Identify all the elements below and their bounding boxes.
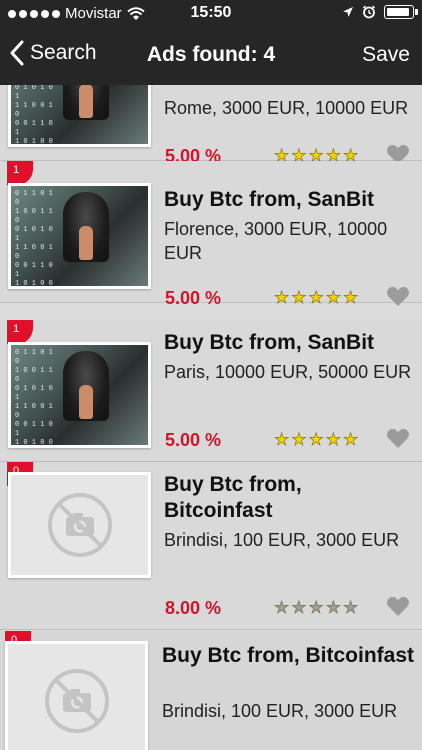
- no-camera-icon: [47, 493, 112, 557]
- ad-badge: 1: [7, 320, 33, 344]
- ad-details: Paris, 10000 EUR, 50000 EUR: [164, 362, 412, 382]
- navigation-bar: Search Ads found: 4 Save: [0, 28, 422, 85]
- rating-stars: ★ ★ ★ ★ ★: [274, 598, 359, 618]
- alarm-clock-icon: [362, 5, 376, 19]
- heart-icon[interactable]: [386, 595, 410, 617]
- ad-title: Buy Btc from, SanBit: [164, 188, 375, 211]
- ad-thumbnail: 0 1 1 0 1 01 0 0 1 1 00 1 0 1 0 11 1 0 0…: [8, 342, 151, 448]
- status-bar: Movistar 15:50: [0, 0, 422, 28]
- ad-details: Brindisi, 100 EUR, 3000 EUR: [162, 701, 398, 721]
- ad-thumbnail: 0 1 1 0 1 01 0 0 1 1 00 1 0 1 0 11 1 0 0…: [8, 183, 151, 289]
- star-icon: ★: [274, 288, 290, 308]
- ad-thumbnail: 0 1 1 0 1 01 0 0 1 1 00 1 0 1 0 11 1 0 0…: [8, 85, 151, 147]
- star-icon: ★: [308, 430, 324, 450]
- page-title: Ads found: 4: [146, 43, 276, 66]
- ad-card[interactable]: 1 0 1 1 0 1 01 0 0 1 1 00 1 0 1 0 11 1 0…: [0, 320, 422, 462]
- ad-details: Florence, 3000 EUR, 10000 EUR: [164, 219, 388, 263]
- no-image-placeholder: [11, 475, 148, 575]
- ad-rate: 8.00 %: [165, 598, 222, 618]
- battery-icon: [384, 5, 418, 19]
- star-icon: ★: [291, 598, 307, 618]
- heart-icon[interactable]: [386, 285, 410, 307]
- ad-card[interactable]: 1 0 1 1 0 1 01 0 0 1 1 00 1 0 1 0 11 1 0…: [0, 161, 422, 308]
- status-right-group: [342, 5, 418, 19]
- ad-details: Brindisi, 100 EUR, 3000 EUR: [164, 530, 400, 550]
- star-icon: ★: [325, 288, 341, 308]
- star-icon: ★: [325, 430, 341, 450]
- rating-stars: ★ ★ ★ ★ ★: [274, 430, 359, 450]
- star-icon: ★: [274, 598, 290, 618]
- star-icon: ★: [325, 598, 341, 618]
- star-icon: ★: [308, 288, 324, 308]
- ad-thumbnail: [5, 641, 148, 750]
- star-icon: ★: [291, 288, 307, 308]
- ad-title: Buy Btc from, SanBit: [164, 331, 375, 354]
- ad-card[interactable]: 0 Buy Btc from, Bitcoinfast Brindisi, 10…: [0, 631, 422, 750]
- heart-icon[interactable]: [386, 427, 410, 449]
- star-icon: ★: [343, 288, 359, 308]
- hacker-photo: 0 1 1 0 1 01 0 0 1 1 00 1 0 1 0 11 1 0 0…: [11, 345, 148, 445]
- star-icon: ★: [343, 598, 359, 618]
- save-button[interactable]: Save: [362, 43, 410, 67]
- ad-card[interactable]: 0 Buy Btc from, Bitcoinfast Brindisi, 10…: [0, 462, 422, 630]
- hacker-photo: 0 1 1 0 1 01 0 0 1 1 00 1 0 1 0 11 1 0 0…: [11, 85, 148, 144]
- star-icon: ★: [291, 430, 307, 450]
- location-arrow-icon: [343, 7, 353, 17]
- ad-rate: 5.00 %: [165, 430, 222, 450]
- ad-thumbnail: [8, 472, 151, 578]
- ad-details: Rome, 3000 EUR, 10000 EUR: [164, 98, 409, 118]
- no-camera-icon: [44, 669, 109, 733]
- rating-stars: ★ ★ ★ ★ ★: [274, 288, 359, 308]
- ad-badge: 1: [7, 161, 33, 185]
- ad-title: Buy Btc from, Bitcoinfast: [162, 644, 415, 667]
- ads-list[interactable]: 0 1 1 0 1 01 0 0 1 1 00 1 0 1 0 11 1 0 0…: [0, 85, 422, 750]
- ad-title: Buy Btc from, Bitcoinfast: [164, 473, 302, 522]
- hacker-photo: 0 1 1 0 1 01 0 0 1 1 00 1 0 1 0 11 1 0 0…: [11, 186, 148, 286]
- star-icon: ★: [308, 598, 324, 618]
- no-image-placeholder: [8, 644, 145, 750]
- star-icon: ★: [274, 430, 290, 450]
- star-icon: ★: [343, 430, 359, 450]
- ad-card[interactable]: 0 1 1 0 1 01 0 0 1 1 00 1 0 1 0 11 1 0 0…: [0, 85, 422, 166]
- ad-rate: 5.00 %: [165, 288, 222, 308]
